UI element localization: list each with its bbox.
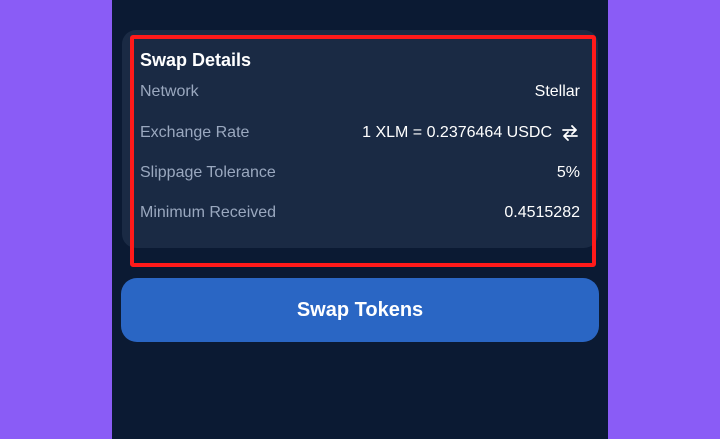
slippage-value: 5% <box>556 164 580 181</box>
slippage-row: Slippage Tolerance 5% <box>140 161 580 185</box>
network-row: Network Stellar <box>140 80 580 104</box>
minimum-received-label: Minimum Received <box>140 204 277 221</box>
minimum-received-row: Minimum Received 0.4515282 <box>140 201 580 225</box>
slippage-label: Slippage Tolerance <box>140 164 276 181</box>
app-screen: Swap Details Network Stellar Exchange Ra… <box>112 0 608 439</box>
network-value: Stellar <box>534 83 580 100</box>
swap-details-title: Swap Details <box>140 50 252 70</box>
minimum-received-value: 0.4515282 <box>504 204 580 221</box>
exchange-rate-row: Exchange Rate 1 XLM = 0.2376464 USDC <box>140 121 580 145</box>
swap-tokens-button[interactable]: Swap Tokens <box>121 278 599 342</box>
swap-arrows-icon[interactable] <box>560 123 580 143</box>
exchange-rate-label: Exchange Rate <box>140 124 250 141</box>
network-label: Network <box>140 83 199 100</box>
exchange-rate-value-wrap: 1 XLM = 0.2376464 USDC <box>362 123 580 143</box>
exchange-rate-value: 1 XLM = 0.2376464 USDC <box>362 124 552 141</box>
